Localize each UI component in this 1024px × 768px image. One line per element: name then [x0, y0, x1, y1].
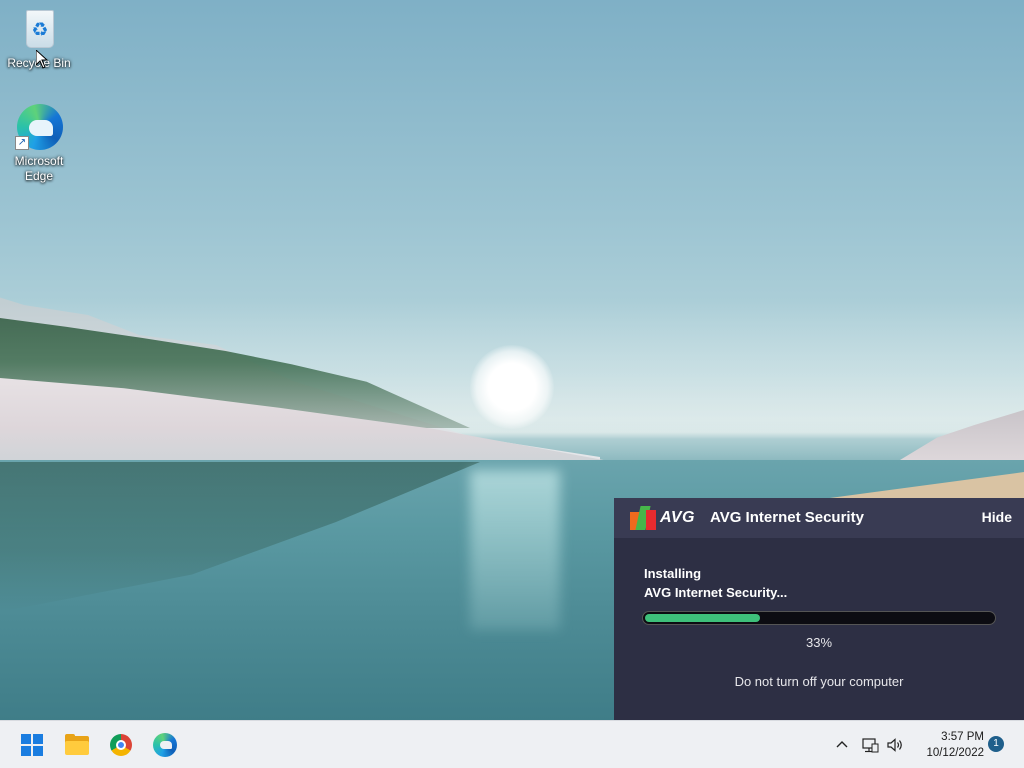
windows-start-icon: [21, 734, 43, 756]
avg-installer-panel: AVG AVG Internet Security Hide Installin…: [614, 498, 1024, 720]
desktop-icon-label: Microsoft Edge: [14, 154, 64, 183]
shortcut-arrow-icon: ↗: [15, 136, 29, 150]
avg-status-product: AVG Internet Security...: [644, 585, 788, 600]
desktop-icon-microsoft-edge[interactable]: ↗ Microsoft Edge: [4, 104, 74, 184]
clock-date: 10/12/2022: [926, 747, 984, 759]
desktop-background: ♻ Recycle Bin ↗ Microsoft Edge AVG AVG I…: [0, 0, 1024, 720]
volume-icon[interactable]: [885, 735, 905, 755]
avg-hide-button[interactable]: Hide: [982, 509, 1012, 525]
edge-icon: ↗: [15, 104, 63, 152]
taskbar: 3:57 PM 10/12/2022: [0, 720, 1024, 768]
recycle-bin-icon: ♻: [15, 6, 63, 54]
sun-reflection: [470, 470, 560, 630]
chevron-up-icon[interactable]: [832, 735, 852, 755]
taskbar-file-explorer[interactable]: [61, 729, 93, 761]
start-button[interactable]: [16, 729, 48, 761]
taskbar-chrome[interactable]: [105, 729, 137, 761]
avg-logo-text: AVG: [660, 509, 695, 526]
avg-logo: AVG: [630, 505, 695, 531]
avg-logo-icon: [630, 506, 656, 530]
system-clock[interactable]: 3:57 PM 10/12/2022: [910, 729, 984, 761]
avg-status-label: Installing: [644, 566, 702, 581]
clock-time: 3:57 PM: [941, 731, 984, 743]
sun: [470, 345, 554, 429]
notification-badge[interactable]: 1: [988, 736, 1004, 752]
avg-progress-bar: [642, 611, 996, 625]
avg-panel-header: AVG AVG Internet Security Hide: [614, 498, 1024, 538]
avg-panel-title: AVG Internet Security: [710, 509, 864, 526]
network-icon[interactable]: [860, 735, 880, 755]
avg-progress-percent: 33%: [805, 635, 833, 650]
taskbar-edge[interactable]: [149, 729, 181, 761]
avg-notice-text: Do not turn off your computer: [734, 674, 904, 689]
avg-progress-fill: [645, 614, 760, 622]
